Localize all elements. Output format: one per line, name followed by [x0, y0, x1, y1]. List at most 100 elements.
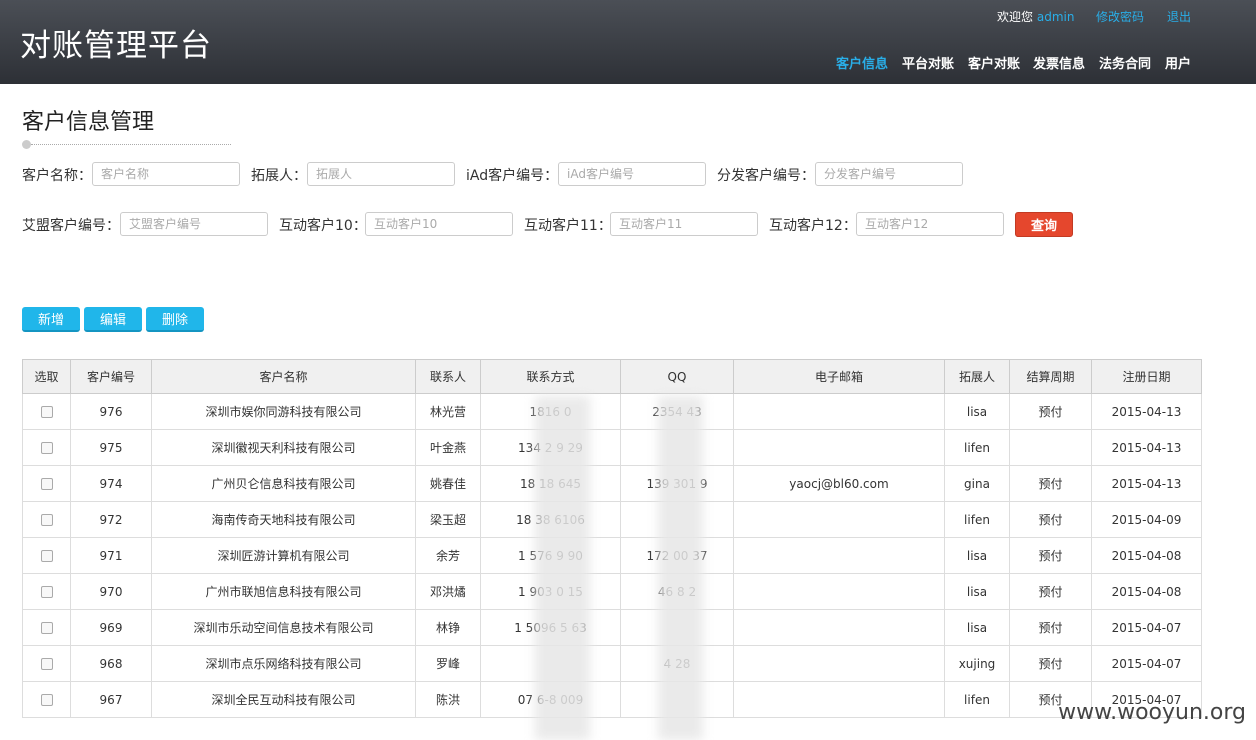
table-row[interactable]: 967深圳全民互动科技有限公司陈洪07 6-8 009lifen预付2015-0…: [22, 681, 1202, 718]
query-button[interactable]: 查询: [1015, 212, 1073, 237]
cell-name: 广州市联旭信息科技有限公司: [151, 573, 416, 610]
cell-contact: 姚春佳: [415, 465, 481, 502]
hudong12-input[interactable]: [856, 212, 1004, 236]
watermark: www.wooyun.org: [1058, 700, 1246, 725]
cell-email: [733, 393, 945, 430]
cell-id: 968: [70, 645, 152, 682]
aimeng-id-input[interactable]: [120, 212, 268, 236]
cell-cycle: 预付: [1009, 465, 1092, 502]
change-password-link[interactable]: 修改密码: [1096, 8, 1144, 25]
row-checkbox[interactable]: [40, 406, 53, 418]
cell-name: 深圳全民互动科技有限公司: [151, 681, 416, 718]
page-title: 客户信息管理: [22, 110, 155, 135]
cell-id: 972: [70, 501, 152, 538]
cell-date: 2015-04-13: [1091, 429, 1202, 466]
cell-cycle: 预付: [1009, 393, 1092, 430]
cell-email: [733, 681, 945, 718]
nav-user[interactable]: 用户: [1165, 53, 1191, 72]
table-header-row: 选取 客户编号 客户名称 联系人 联系方式 QQ 电子邮箱 拓展人 结算周期 注…: [22, 359, 1202, 394]
username-link[interactable]: admin: [1037, 10, 1075, 24]
title-divider: [22, 140, 232, 149]
col-header-id[interactable]: 客户编号: [70, 359, 152, 394]
filter-label-hudong10: 互动客户10：: [279, 218, 367, 234]
cell-date: 2015-04-07: [1091, 609, 1202, 646]
delete-button[interactable]: 删除: [146, 307, 204, 332]
edit-button[interactable]: 编辑: [84, 307, 142, 332]
welcome-label: 欢迎您: [997, 10, 1034, 24]
cell-email: [733, 429, 945, 466]
privacy-blur-phone: [535, 396, 590, 740]
nav-contract[interactable]: 法务合同: [1099, 53, 1151, 72]
filter-label-extender: 拓展人：: [251, 168, 307, 184]
logout-link[interactable]: 退出: [1167, 8, 1191, 25]
cell-contact: 陈洪: [415, 681, 481, 718]
cell-extender: lisa: [944, 573, 1010, 610]
col-header-phone[interactable]: 联系方式: [480, 359, 621, 394]
top-header: 对账管理平台 欢迎您 admin 修改密码 退出 客户信息 平台对账 客户对账 …: [0, 0, 1256, 84]
row-checkbox[interactable]: [40, 658, 53, 670]
col-header-cycle[interactable]: 结算周期: [1009, 359, 1092, 394]
cell-extender: lisa: [944, 537, 1010, 574]
cell-extender: lifen: [944, 681, 1010, 718]
col-header-date[interactable]: 注册日期: [1091, 359, 1202, 394]
row-select-cell: [22, 465, 71, 502]
table-body: 976深圳市娱你同游科技有限公司林光营1816 02354 43lisa预付20…: [22, 393, 1202, 718]
filter-label-aimeng-id: 艾盟客户编号：: [22, 218, 120, 234]
dist-id-input[interactable]: [815, 162, 963, 186]
nav-invoice[interactable]: 发票信息: [1033, 53, 1085, 72]
row-select-cell: [22, 393, 71, 430]
row-checkbox[interactable]: [40, 694, 53, 706]
cell-email: [733, 537, 945, 574]
cell-cycle: [1009, 429, 1092, 466]
cell-email: [733, 645, 945, 682]
cell-date: 2015-04-13: [1091, 465, 1202, 502]
col-header-qq[interactable]: QQ: [620, 359, 734, 394]
privacy-blur-qq: [658, 396, 703, 740]
table-row[interactable]: 969深圳市乐动空间信息技术有限公司林铮1 5096 5 63lisa预付201…: [22, 609, 1202, 646]
col-header-contact[interactable]: 联系人: [415, 359, 481, 394]
row-checkbox[interactable]: [40, 550, 53, 562]
row-checkbox[interactable]: [40, 514, 53, 526]
cell-contact: 余芳: [415, 537, 481, 574]
cell-contact: 叶金燕: [415, 429, 481, 466]
table-row[interactable]: 974广州贝仑信息科技有限公司姚春佳18 18 645139 301 9yaoc…: [22, 465, 1202, 502]
row-checkbox[interactable]: [40, 442, 53, 454]
cell-id: 970: [70, 573, 152, 610]
col-header-extender[interactable]: 拓展人: [944, 359, 1010, 394]
nav-platform-recon[interactable]: 平台对账: [902, 53, 954, 72]
row-checkbox[interactable]: [40, 478, 53, 490]
row-checkbox[interactable]: [40, 622, 53, 634]
row-select-cell: [22, 681, 71, 718]
table-row[interactable]: 971深圳匠游计算机有限公司余芳1 576 9 90172 00 37lisa预…: [22, 537, 1202, 574]
cell-email: [733, 501, 945, 538]
filter-label-hudong12: 互动客户12：: [769, 218, 857, 234]
table-row[interactable]: 975深圳徽视天利科技有限公司叶金燕134 2 9 29lifen2015-04…: [22, 429, 1202, 466]
cell-contact: 林铮: [415, 609, 481, 646]
row-select-cell: [22, 501, 71, 538]
nav-customer-recon[interactable]: 客户对账: [968, 53, 1020, 72]
hudong10-input[interactable]: [365, 212, 513, 236]
col-header-name[interactable]: 客户名称: [151, 359, 416, 394]
table-row[interactable]: 970广州市联旭信息科技有限公司邓洪燏1 903 0 1546 8 2lisa预…: [22, 573, 1202, 610]
cell-contact: 罗峰: [415, 645, 481, 682]
table-row[interactable]: 972海南传奇天地科技有限公司梁玉超18 38 6106lifen预付2015-…: [22, 501, 1202, 538]
table-row[interactable]: 976深圳市娱你同游科技有限公司林光营1816 02354 43lisa预付20…: [22, 393, 1202, 430]
table-row[interactable]: 968深圳市点乐网络科技有限公司罗峰4 28xujing预付2015-04-07: [22, 645, 1202, 682]
cell-date: 2015-04-08: [1091, 537, 1202, 574]
cell-contact: 梁玉超: [415, 501, 481, 538]
hudong11-input[interactable]: [610, 212, 758, 236]
col-header-email[interactable]: 电子邮箱: [733, 359, 945, 394]
cell-name: 海南传奇天地科技有限公司: [151, 501, 416, 538]
row-select-cell: [22, 609, 71, 646]
nav-customer-info[interactable]: 客户信息: [836, 53, 888, 72]
row-checkbox[interactable]: [40, 586, 53, 598]
filter-label-dist-id: 分发客户编号：: [717, 168, 815, 184]
cell-cycle: 预付: [1009, 609, 1092, 646]
iad-id-input[interactable]: [558, 162, 706, 186]
extender-input[interactable]: [307, 162, 455, 186]
cell-extender: lisa: [944, 393, 1010, 430]
customer-name-input[interactable]: [92, 162, 240, 186]
add-button[interactable]: 新增: [22, 307, 80, 332]
cell-name: 深圳市点乐网络科技有限公司: [151, 645, 416, 682]
cell-id: 976: [70, 393, 152, 430]
